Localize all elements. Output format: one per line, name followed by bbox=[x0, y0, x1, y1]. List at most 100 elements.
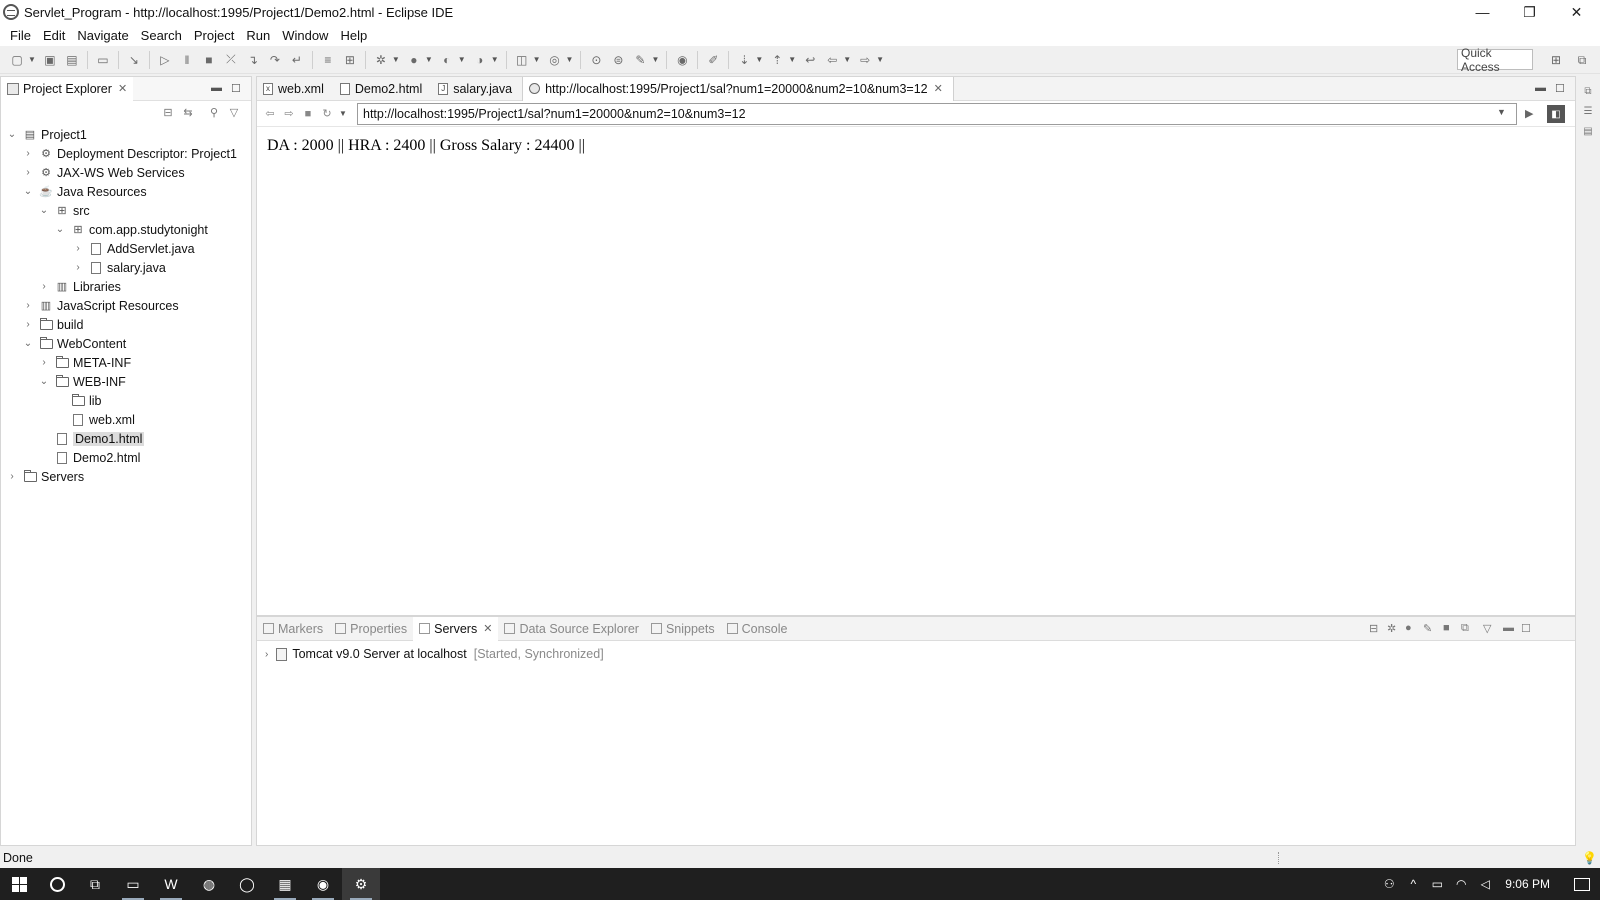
tree-item-demo1[interactable]: › Demo1.html bbox=[39, 429, 145, 448]
menu-window[interactable]: Window bbox=[276, 28, 334, 43]
lightbulb-icon[interactable]: 💡 bbox=[1582, 851, 1597, 865]
forward-icon[interactable]: ⇨ bbox=[282, 107, 296, 121]
chevron-right-icon[interactable]: › bbox=[23, 148, 33, 159]
suspend-icon[interactable]: ‖ bbox=[179, 52, 195, 68]
toggle-mark-icon[interactable]: ⊞ bbox=[342, 52, 358, 68]
tree-item-jaxws[interactable]: › ⚙ JAX-WS Web Services bbox=[23, 163, 184, 182]
server-entry[interactable]: › Tomcat v9.0 Server at localhost [Start… bbox=[265, 647, 604, 661]
tree-item-libraries[interactable]: › ▥ Libraries bbox=[39, 277, 121, 296]
debug-server-icon[interactable]: ✲ bbox=[1387, 622, 1396, 635]
refresh-icon[interactable]: ↻ bbox=[320, 107, 334, 121]
minimize-button[interactable]: — bbox=[1459, 0, 1506, 24]
view-menu-icon[interactable]: ▽ bbox=[227, 105, 241, 119]
back-dropdown-icon[interactable]: ▼ bbox=[843, 55, 851, 64]
chevron-right-icon[interactable]: › bbox=[23, 167, 33, 178]
menu-search[interactable]: Search bbox=[135, 28, 188, 43]
browser-icon[interactable]: ◉ bbox=[674, 52, 690, 68]
people-icon[interactable]: ⚇ bbox=[1377, 868, 1401, 900]
tree-item-webcontent[interactable]: ⌄ WebContent bbox=[23, 334, 126, 353]
prev-annotation-icon[interactable]: ⇡ bbox=[769, 52, 785, 68]
chevron-right-icon[interactable]: › bbox=[7, 471, 17, 482]
chevron-right-icon[interactable]: › bbox=[73, 243, 83, 254]
chevron-down-icon[interactable]: ⌄ bbox=[23, 338, 33, 349]
url-dropdown-icon[interactable]: ▼ bbox=[1497, 107, 1506, 117]
forward-icon[interactable]: ⇨ bbox=[857, 52, 873, 68]
tree-item-web-xml[interactable]: › web.xml bbox=[55, 410, 135, 429]
coverage-dropdown-icon[interactable]: ▼ bbox=[458, 55, 466, 64]
word-wrap-icon[interactable]: ≡ bbox=[320, 52, 336, 68]
prev-annotation-dropdown-icon[interactable]: ▼ bbox=[788, 55, 796, 64]
tree-item-lib[interactable]: › lib bbox=[55, 391, 102, 410]
step-return-icon[interactable]: ↵ bbox=[289, 52, 305, 68]
next-annotation-dropdown-icon[interactable]: ▼ bbox=[755, 55, 763, 64]
terminate-icon[interactable]: ■ bbox=[201, 52, 217, 68]
cortana-button[interactable] bbox=[38, 868, 76, 900]
chevron-right-icon[interactable]: › bbox=[23, 319, 33, 330]
quick-access-field[interactable]: Quick Access bbox=[1457, 46, 1533, 74]
coverage-icon[interactable]: ◐ bbox=[439, 52, 455, 68]
chevron-right-icon[interactable]: › bbox=[265, 649, 268, 660]
open-task-icon[interactable]: ⊜ bbox=[610, 52, 626, 68]
debug-icon[interactable]: ✲ bbox=[373, 52, 389, 68]
new-dropdown-icon[interactable]: ▼ bbox=[28, 55, 36, 64]
resume-icon[interactable]: ▷ bbox=[157, 52, 173, 68]
annotation-icon[interactable]: ✐ bbox=[705, 52, 721, 68]
tree-item-meta-inf[interactable]: › META-INF bbox=[39, 353, 131, 372]
minimize-editor-icon[interactable]: ▬ bbox=[1535, 82, 1546, 94]
search-dropdown-icon[interactable]: ▼ bbox=[651, 55, 659, 64]
forward-dropdown-icon[interactable]: ▼ bbox=[876, 55, 884, 64]
restore-view-icon[interactable]: ⧉ bbox=[1581, 84, 1595, 98]
chevron-up-icon[interactable]: ^ bbox=[1401, 868, 1425, 900]
go-icon[interactable]: ▶ bbox=[1525, 107, 1533, 120]
menu-project[interactable]: Project bbox=[188, 28, 240, 43]
close-icon[interactable]: ✕ bbox=[934, 82, 943, 95]
tree-item-js-resources[interactable]: › ▥ JavaScript Resources bbox=[23, 296, 178, 315]
app-button-3[interactable]: ▦ bbox=[266, 868, 304, 900]
tab-console[interactable]: Console bbox=[721, 617, 794, 641]
open-external-browser-icon[interactable]: ◧ bbox=[1547, 105, 1565, 123]
maximize-panel-icon[interactable]: ☐ bbox=[231, 82, 241, 95]
save-all-icon[interactable]: ▤ bbox=[64, 52, 80, 68]
menu-file[interactable]: File bbox=[4, 28, 37, 43]
disconnect-icon[interactable]: ⤫ bbox=[223, 52, 239, 68]
file-explorer-button[interactable]: ▭ bbox=[114, 868, 152, 900]
tab-markers[interactable]: Markers bbox=[257, 617, 329, 641]
clock[interactable]: 9:06 PM bbox=[1497, 877, 1564, 891]
menu-edit[interactable]: Edit bbox=[37, 28, 71, 43]
collapse-all-icon[interactable]: ⊟ bbox=[161, 105, 175, 119]
chevron-down-icon[interactable]: ⌄ bbox=[23, 186, 33, 197]
close-icon[interactable]: ✕ bbox=[483, 622, 492, 635]
stop-icon[interactable]: ■ bbox=[301, 107, 315, 121]
new-java-dropdown-icon[interactable]: ▼ bbox=[566, 55, 574, 64]
close-icon[interactable]: ✕ bbox=[118, 82, 127, 95]
tree-item-addservlet[interactable]: › AddServlet.java bbox=[73, 239, 194, 258]
stop-server-icon[interactable]: ■ bbox=[1443, 622, 1450, 634]
external-tools-dropdown-icon[interactable]: ▼ bbox=[491, 55, 499, 64]
tree-item-build[interactable]: › build bbox=[23, 315, 83, 334]
publish-icon[interactable]: ⧉ bbox=[1461, 622, 1469, 635]
chevron-right-icon[interactable]: › bbox=[23, 300, 33, 311]
tab-salary-java[interactable]: J salary.java bbox=[432, 77, 522, 101]
tab-servers[interactable]: Servers ✕ bbox=[413, 616, 499, 641]
debug-dropdown-icon[interactable]: ▼ bbox=[392, 55, 400, 64]
browser-button[interactable]: ◉ bbox=[304, 868, 342, 900]
app-button-1[interactable]: ◍ bbox=[190, 868, 228, 900]
last-edit-icon[interactable]: ↩ bbox=[802, 52, 818, 68]
open-perspective-icon[interactable]: ⊞ bbox=[1548, 52, 1564, 68]
back-icon[interactable]: ⇦ bbox=[824, 52, 840, 68]
wifi-icon[interactable]: ◠ bbox=[1449, 868, 1473, 900]
chevron-down-icon[interactable]: ⌄ bbox=[7, 129, 17, 140]
tree-item-project1[interactable]: ⌄ ▤ Project1 bbox=[7, 125, 87, 144]
new-server-dropdown-icon[interactable]: ▼ bbox=[533, 55, 541, 64]
tree-item-package[interactable]: ⌄ ⊞ com.app.studytonight bbox=[55, 220, 208, 239]
tree-item-src[interactable]: ⌄ ⊞ src bbox=[39, 201, 90, 220]
maximize-panel-icon[interactable]: ☐ bbox=[1521, 622, 1531, 635]
start-server-icon[interactable]: ● bbox=[1405, 622, 1412, 634]
tree-item-java-resources[interactable]: ⌄ ☕ Java Resources bbox=[23, 182, 147, 201]
terminal-icon[interactable]: ▭ bbox=[95, 52, 111, 68]
menu-run[interactable]: Run bbox=[240, 28, 276, 43]
menu-navigate[interactable]: Navigate bbox=[71, 28, 134, 43]
task-view-button[interactable]: ⧉ bbox=[76, 868, 114, 900]
chevron-down-icon[interactable]: ⌄ bbox=[39, 205, 49, 216]
tab-snippets[interactable]: Snippets bbox=[645, 617, 721, 641]
